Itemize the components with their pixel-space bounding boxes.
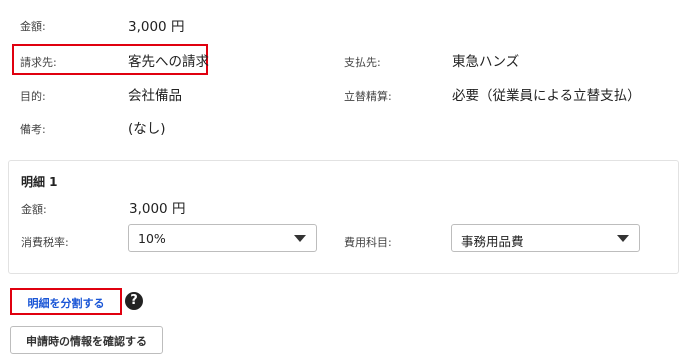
expense-detail-page: 金額: 3,000 円 請求先: 客先への請求 支払先: 東急ハンズ 目的: 会…: [0, 0, 688, 360]
account-selected-value: 事務用品費: [461, 234, 524, 249]
billing-to-label: 請求先:: [20, 56, 57, 69]
split-detail-label: 明細を分割する: [27, 297, 105, 310]
split-detail-button[interactable]: 明細を分割する: [10, 288, 122, 315]
remarks-value: (なし): [128, 121, 166, 137]
detail-title: 明細 1: [21, 175, 58, 189]
reimbursement-label: 立替精算:: [344, 90, 392, 103]
tax-rate-select[interactable]: 10%: [128, 224, 317, 252]
confirm-application-info-label: 申請時の情報を確認する: [26, 335, 147, 348]
chevron-down-icon: [617, 235, 629, 242]
amount-label: 金額:: [20, 20, 46, 33]
detail-amount-label: 金額:: [21, 203, 47, 216]
confirm-application-info-button[interactable]: 申請時の情報を確認する: [10, 326, 163, 354]
purpose-value: 会社備品: [128, 88, 182, 104]
purpose-label: 目的:: [20, 90, 46, 103]
chevron-down-icon: [294, 235, 306, 242]
remarks-label: 備考:: [20, 123, 46, 136]
payee-value: 東急ハンズ: [452, 54, 520, 70]
payee-label: 支払先:: [344, 56, 381, 69]
account-label: 費用科目:: [344, 236, 392, 249]
detail-amount-value: 3,000 円: [129, 201, 186, 217]
question-circle-icon[interactable]: ?: [125, 292, 143, 310]
amount-value: 3,000 円: [128, 19, 185, 35]
detail-card: 明細 1 金額: 3,000 円 消費税率: 10% 費用科目: 事務用品費: [8, 160, 679, 274]
reimbursement-value: 必要（従業員による立替支払）: [452, 88, 641, 104]
billing-to-value: 客先への請求: [128, 54, 209, 70]
tax-rate-label: 消費税率:: [21, 236, 69, 249]
tax-rate-selected-value: 10%: [138, 231, 166, 246]
account-select[interactable]: 事務用品費: [451, 224, 640, 252]
